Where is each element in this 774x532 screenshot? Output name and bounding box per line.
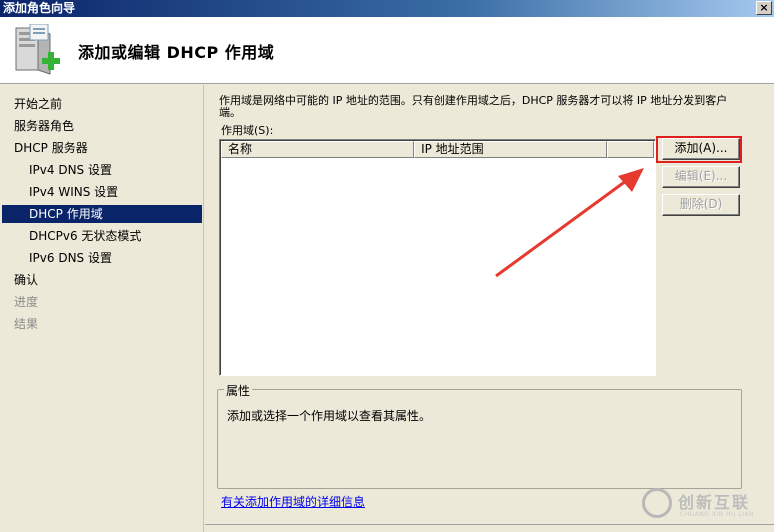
nav-item-confirmation[interactable]: 确认	[2, 271, 202, 289]
nav-item-dhcpv6-stateless[interactable]: DHCPv6 无状态模式	[2, 227, 202, 245]
edit-scope-button[interactable]: 编辑(E)...	[662, 166, 740, 188]
watermark-logo-icon	[642, 488, 672, 518]
close-button[interactable]: ×	[756, 1, 772, 15]
nav-item-results: 结果	[14, 317, 39, 331]
watermark-brand: 创新互联	[678, 493, 751, 512]
nav-item-dhcp-server[interactable]: DHCP 服务器	[2, 139, 202, 157]
nav-item-before-you-begin[interactable]: 开始之前	[2, 95, 202, 113]
delete-scope-button[interactable]: 删除(D)	[662, 194, 740, 216]
nav-item-ipv4-dns[interactable]: IPv4 DNS 设置	[2, 161, 202, 179]
nav-item-dhcp-scopes[interactable]: DHCP 作用域	[2, 205, 202, 223]
scope-list-header: 名称 IP 地址范围	[221, 141, 654, 158]
wizard-nav: 开始之前 服务器角色 DHCP 服务器 IPv4 DNS 设置 IPv4 WIN…	[0, 85, 204, 532]
properties-text: 添加或选择一个作用域以查看其属性。	[227, 409, 432, 423]
column-header-ip-range[interactable]: IP 地址范围	[414, 141, 608, 158]
page-title: 添加或编辑 DHCP 作用域	[78, 43, 275, 62]
wizard-header: 添加或编辑 DHCP 作用域	[0, 17, 774, 84]
nav-item-ipv4-wins[interactable]: IPv4 WINS 设置	[2, 183, 202, 201]
nav-item-ipv6-dns[interactable]: IPv6 DNS 设置	[2, 249, 202, 267]
nav-item-server-roles[interactable]: 服务器角色	[2, 117, 202, 135]
watermark-subtext: CHUANG XIN HU LIAN	[680, 511, 755, 518]
add-button-highlight	[656, 136, 742, 163]
nav-item-progress: 进度	[14, 295, 39, 309]
window-title: 添加角色向导	[3, 1, 76, 15]
server-role-add-icon	[15, 24, 60, 75]
annotation-arrow-icon	[495, 168, 644, 278]
properties-group	[217, 389, 742, 489]
scope-description: 作用域是网络中可能的 IP 地址的范围。只有创建作用域之后，DHCP 服务器才可…	[219, 94, 728, 119]
column-header-empty[interactable]	[607, 141, 654, 158]
window-title-bar: 添加角色向导 ×	[0, 0, 774, 17]
brand-watermark: 创新互联 CHUANG XIN HU LIAN	[640, 480, 774, 532]
properties-legend: 属性	[224, 382, 253, 399]
scope-help-link[interactable]: 有关添加作用域的详细信息	[221, 493, 365, 510]
column-header-name[interactable]: 名称	[221, 141, 415, 158]
scope-list-label: 作用域(S):	[221, 124, 274, 137]
